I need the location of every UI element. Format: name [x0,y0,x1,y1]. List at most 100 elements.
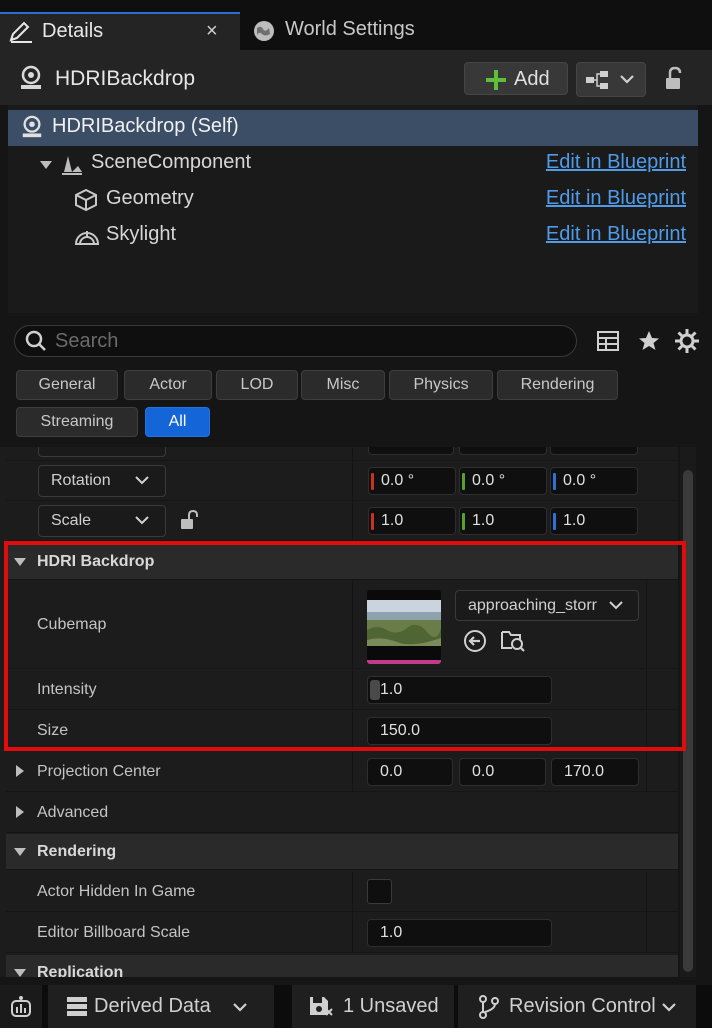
unlock-icon[interactable] [178,509,200,531]
column-divider [646,913,647,952]
tree-item-geometry[interactable]: Geometry Edit in Blueprint [8,182,698,218]
actor-hidden-label: Actor Hidden In Game [37,883,196,900]
y-axis-marker [462,513,465,530]
rotation-x-field[interactable]: 0.0 ° [368,467,456,495]
column-divider [352,461,353,500]
column-divider [352,501,353,540]
scale-y-value: 1.0 [472,512,495,529]
unsaved-button[interactable]: 1 Unsaved [292,985,454,1028]
x-axis-marker [371,473,374,490]
filter-general[interactable]: General [16,370,118,400]
y-axis-marker [462,473,465,490]
advanced-row[interactable]: Advanced [6,793,678,833]
star-icon[interactable] [637,329,661,353]
highlight-box [4,541,686,751]
scale-x-field[interactable]: 1.0 [368,507,456,535]
tree-item-scenecomponent[interactable]: SceneComponent Edit in Blueprint [8,146,698,182]
billboard-scale-field[interactable]: 1.0 [367,919,552,947]
chevron-down-icon [619,73,635,85]
filter-all[interactable]: All [145,407,210,437]
revision-control-label: Revision Control [509,995,656,1017]
filter-misc[interactable]: Misc [301,370,385,400]
collapse-arrow-icon[interactable] [14,848,26,856]
search-input[interactable] [55,329,565,353]
derived-data-button[interactable]: Derived Data [48,985,274,1028]
rotation-dropdown[interactable]: Rotation [38,465,166,497]
advanced-label: Advanced [37,804,109,821]
scale-z-value: 1.0 [563,512,586,529]
scale-z-field[interactable]: 1.0 [550,507,638,535]
expand-arrow-icon[interactable] [16,765,24,777]
actor-icon [18,65,44,91]
filter-actor[interactable]: Actor [124,370,212,400]
scene-component-icon [60,152,84,176]
category-replication[interactable]: Replication [6,955,678,977]
location-x-field[interactable] [368,447,454,455]
trace-button[interactable] [0,985,42,1028]
projection-x-field[interactable]: 0.0 [367,758,453,786]
blueprint-options-button[interactable] [576,62,646,97]
edit-in-blueprint-link[interactable]: Edit in Blueprint [546,223,686,246]
status-bar: Derived Data 1 Unsaved Revision Control [0,985,712,1028]
details-pencil-icon [8,20,34,44]
collapse-arrow-icon[interactable] [14,969,26,977]
search-box[interactable] [14,325,577,357]
gear-icon[interactable] [674,328,700,354]
filter-streaming[interactable]: Streaming [16,407,138,437]
column-divider [646,752,647,791]
tab-details-label: Details [42,20,104,42]
x-axis-marker [371,513,374,530]
tab-details[interactable]: Details × [0,12,240,50]
edit-in-blueprint-link[interactable]: Edit in Blueprint [546,187,686,210]
location-y-field[interactable] [459,447,547,455]
projection-y-field[interactable]: 0.0 [459,758,546,786]
lock-icon[interactable] [663,66,687,92]
rotation-row: Rotation 0.0 ° 0.0 ° 0.0 ° [6,461,678,501]
projection-z-field[interactable]: 170.0 [551,758,639,786]
chevron-down-icon [135,515,149,525]
rotation-y-field[interactable]: 0.0 ° [459,467,547,495]
scale-y-field[interactable]: 1.0 [459,507,547,535]
tree-item-skylight[interactable]: Skylight Edit in Blueprint [8,218,698,254]
projection-center-label: Projection Center [37,763,161,780]
category-rendering[interactable]: Rendering [6,834,678,870]
property-matrix-icon[interactable] [596,329,620,353]
tree-item-self[interactable]: HDRIBackdrop (Self) [8,110,698,146]
scale-row: Scale 1.0 1.0 1.0 [6,501,678,541]
projection-z-value: 170.0 [564,763,605,780]
tree-item-label: Geometry [106,187,194,209]
z-axis-marker [553,473,556,490]
scale-label: Scale [51,512,92,529]
expand-arrow-icon[interactable] [16,806,24,818]
collapse-arrow-icon[interactable] [40,161,52,169]
branch-icon [478,995,500,1019]
actor-hidden-checkbox[interactable] [367,879,392,904]
billboard-scale-label: Editor Billboard Scale [37,924,190,941]
column-divider [352,913,353,952]
edit-in-blueprint-link[interactable]: Edit in Blueprint [546,151,686,174]
projection-x-value: 0.0 [380,763,403,780]
chevron-down-icon [135,475,149,485]
actor-name: HDRIBackdrop [55,67,196,90]
trace-icon [9,995,33,1019]
billboard-scale-value: 1.0 [380,924,403,941]
actor-hidden-row: Actor Hidden In Game [6,872,678,912]
close-tab-icon[interactable]: × [206,20,218,43]
filter-physics[interactable]: Physics [389,370,493,400]
tab-world-settings-label: World Settings [285,18,415,40]
rotation-z-value: 0.0 ° [563,472,597,489]
add-component-button[interactable]: Add [464,62,568,95]
revision-control-button[interactable]: Revision Control [458,985,696,1028]
location-dropdown[interactable] [38,447,166,457]
location-z-field[interactable] [550,447,638,455]
projection-center-row[interactable]: Projection Center 0.0 0.0 170.0 [6,752,678,792]
rotation-z-field[interactable]: 0.0 ° [550,467,638,495]
column-divider [352,872,353,911]
filter-lod[interactable]: LOD [216,370,298,400]
column-divider [352,447,353,460]
scale-dropdown[interactable]: Scale [38,505,166,537]
chevron-down-icon [232,1002,248,1014]
category-title: Rendering [37,843,117,860]
filter-rendering[interactable]: Rendering [497,370,618,400]
z-axis-marker [553,513,556,530]
